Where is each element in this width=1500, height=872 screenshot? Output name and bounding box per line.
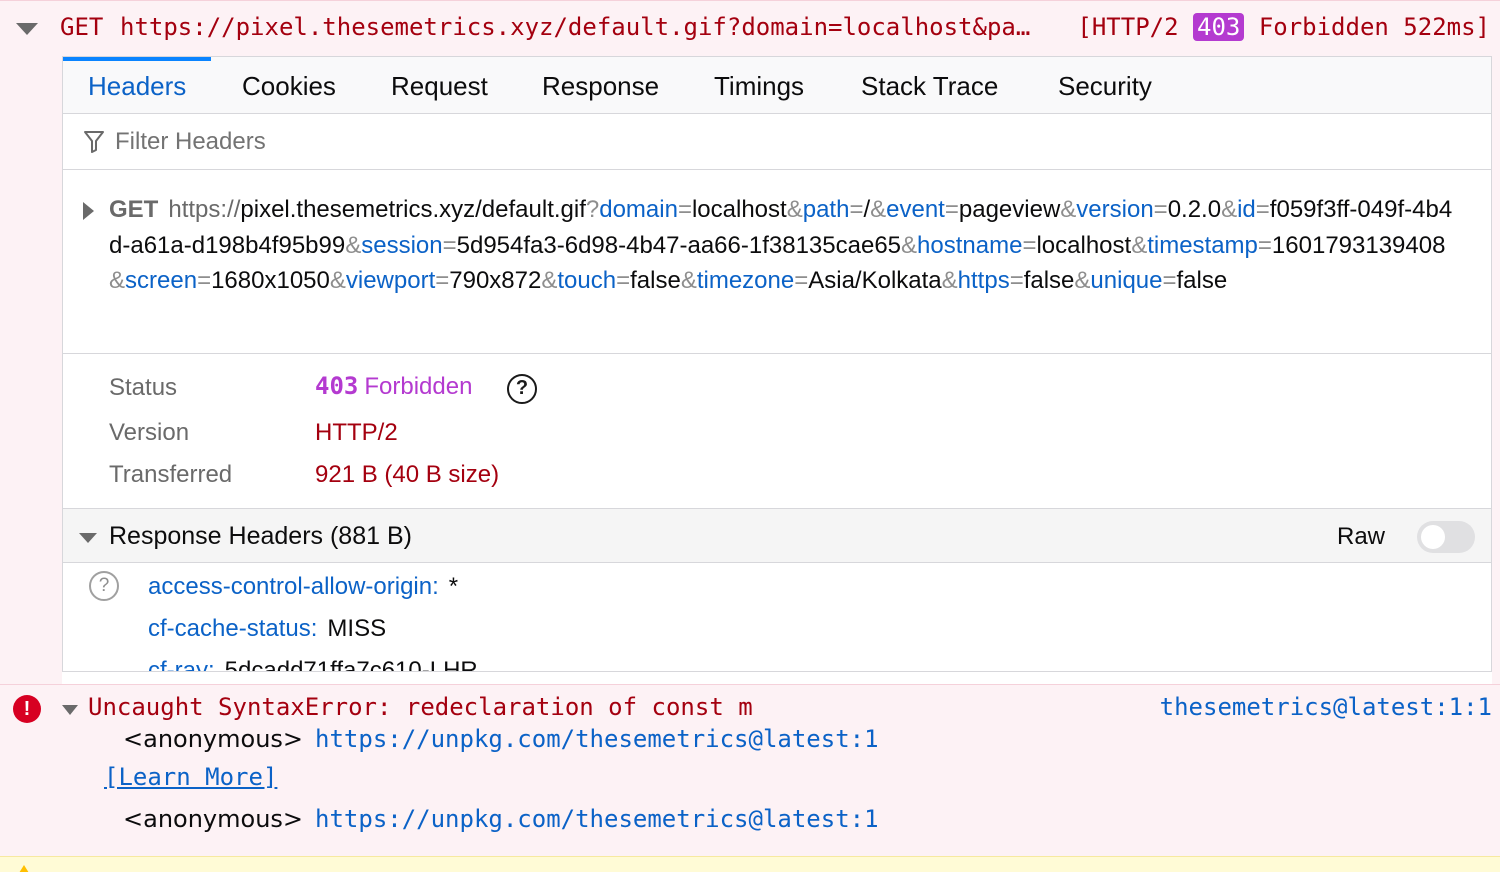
collapse-arrow-icon[interactable] <box>62 705 78 715</box>
param-key: timezone <box>696 267 795 294</box>
param-value: localhost <box>1036 231 1132 259</box>
stack-frame: <anonymous> https://unpkg.com/thesemetric… <box>123 805 879 834</box>
param-key: https <box>957 267 1010 294</box>
details-tab-bar: Headers Cookies Request Response Timings… <box>63 56 1491 114</box>
header-row[interactable]: cf-ray: 5dcadd71ffa7c610-LHR <box>148 657 478 672</box>
tab-cookies[interactable]: Cookies <box>217 57 361 115</box>
expand-arrow-icon[interactable] <box>83 202 94 220</box>
tab-headers[interactable]: Headers <box>63 57 212 115</box>
filter-icon <box>84 131 104 153</box>
url-protocol: https:// <box>168 196 241 223</box>
help-icon[interactable]: ? <box>89 571 119 601</box>
response-summary: Status 403 Forbidden ? Version HTTP/2 Tra… <box>63 354 1491 509</box>
status-label: Status <box>109 374 178 401</box>
console-warning-message <box>0 856 1500 872</box>
frame-location-link[interactable]: https://unpkg.com/thesemetrics@latest:1 <box>315 725 879 753</box>
status-value: 403 Forbidden <box>315 372 472 401</box>
header-name: cf-cache-status: <box>148 615 318 642</box>
request-method: GET <box>60 13 104 41</box>
collapse-arrow-icon[interactable] <box>16 23 38 35</box>
header-row[interactable]: access-control-allow-origin: * <box>148 573 458 601</box>
url-method: GET <box>109 196 159 223</box>
param-value: 5d954fa3-6d98-4b47-aa66-1f38135cae65 <box>456 231 902 259</box>
response-headers-section[interactable]: Response Headers (881 B) Raw <box>63 508 1491 563</box>
url-base: pixel.thesemetrics.xyz/default.gif <box>240 196 586 223</box>
param-key: id <box>1237 196 1256 223</box>
right-gutter <box>1492 56 1500 684</box>
transferred-label: Transferred <box>109 461 233 488</box>
param-value: localhost <box>691 196 787 223</box>
request-protocol: [HTTP/2 <box>1077 13 1179 41</box>
version-label: Version <box>109 419 190 446</box>
stack-frame: <anonymous> https://unpkg.com/thesemetric… <box>123 725 879 754</box>
response-headers-list: ? access-control-allow-origin: * cf-cache… <box>63 563 1491 672</box>
header-row[interactable]: cf-cache-status: MISS <box>148 615 386 643</box>
request-status-text: Forbidden 522ms] <box>1258 13 1490 41</box>
frame-function: <anonymous> <box>123 725 304 753</box>
param-value: false <box>1023 267 1075 294</box>
param-value: 790x872 <box>449 267 542 294</box>
param-key: touch <box>557 267 617 294</box>
header-value: 5dcadd71ffa7c610-LHR <box>224 657 478 672</box>
param-key: unique <box>1090 267 1163 294</box>
param-key: viewport <box>345 267 436 294</box>
param-key: domain <box>599 196 678 223</box>
help-icon[interactable]: ? <box>507 374 537 404</box>
left-gutter <box>0 56 62 684</box>
raw-label: Raw <box>1336 523 1385 550</box>
param-key: event <box>886 196 945 223</box>
param-value: 0.2.0 <box>1167 196 1222 223</box>
request-url-block: GET https://pixel.thesemetrics.xyz/defaul… <box>63 170 1491 354</box>
status-code: 403 <box>315 372 359 400</box>
tab-request[interactable]: Request <box>366 57 513 115</box>
param-value: Asia/Kolkata <box>808 267 942 294</box>
request-details-panel: Headers Cookies Request Response Timings… <box>62 56 1492 672</box>
param-key: path <box>802 196 850 223</box>
param-value: false <box>630 267 681 294</box>
response-headers-title[interactable]: Response Headers (881 B) <box>109 522 412 551</box>
network-request-row[interactable]: GET https://pixel.thesemetrics.xyz/defau… <box>0 0 1500 56</box>
param-value: false <box>1176 267 1228 294</box>
version-value: HTTP/2 <box>315 419 398 446</box>
filter-headers-input[interactable] <box>115 124 715 160</box>
error-source-link[interactable]: thesemetrics@latest:1:1 <box>1160 693 1492 721</box>
frame-location-link[interactable]: https://unpkg.com/thesemetrics@latest:1 <box>315 805 879 833</box>
param-key: timestamp <box>1147 231 1258 259</box>
header-name: cf-ray: <box>148 657 215 672</box>
error-icon: ! <box>13 695 41 723</box>
header-name: access-control-allow-origin: <box>148 573 439 600</box>
request-status: [HTTP/2 403 Forbidden 522ms] <box>1077 13 1490 41</box>
param-key: version <box>1076 196 1154 223</box>
learn-more-link[interactable]: [Learn More] <box>104 763 277 791</box>
status-text: Forbidden <box>364 373 473 400</box>
full-request-url[interactable]: GET https://pixel.thesemetrics.xyz/defaul… <box>109 192 1459 299</box>
console-error-message: ! Uncaught SyntaxError: redeclaration of… <box>0 684 1500 856</box>
request-url[interactable]: https://pixel.thesemetrics.xyz/default.g… <box>120 13 1060 41</box>
param-value: pageview <box>958 196 1061 223</box>
transferred-value: 921 B (40 B size) <box>315 461 500 488</box>
param-key: screen <box>125 267 198 294</box>
param-key: hostname <box>917 231 1023 259</box>
status-code-badge: 403 <box>1193 13 1245 41</box>
collapse-arrow-icon[interactable] <box>79 533 97 543</box>
tab-response[interactable]: Response <box>517 57 684 115</box>
header-value: * <box>448 573 459 600</box>
param-value: 1601793139408 <box>1271 231 1446 259</box>
param-value: 1680x1050 <box>211 267 330 294</box>
raw-toggle[interactable] <box>1417 521 1475 553</box>
warning-icon <box>14 865 34 872</box>
filter-bar <box>63 114 1491 170</box>
tab-timings[interactable]: Timings <box>689 57 829 115</box>
param-key: session <box>361 231 443 259</box>
tab-stack-trace[interactable]: Stack Trace <box>836 57 1023 115</box>
error-text: Uncaught SyntaxError: redeclaration of c… <box>88 693 753 721</box>
toggle-knob <box>1421 525 1445 549</box>
frame-function: <anonymous> <box>123 805 304 833</box>
tab-security[interactable]: Security <box>1033 57 1177 115</box>
header-value: MISS <box>327 615 387 642</box>
